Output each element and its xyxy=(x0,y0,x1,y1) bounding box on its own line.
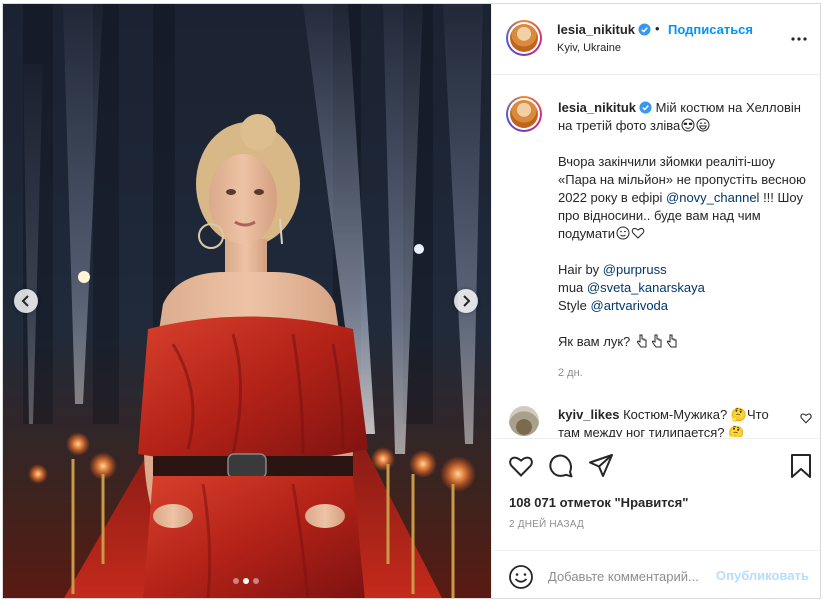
follow-button[interactable]: Подписаться xyxy=(668,22,753,37)
heart-emoji-icon xyxy=(631,227,645,239)
caption-timestamp[interactable]: 2 дн. xyxy=(558,367,583,379)
style-credit-label: Style xyxy=(558,298,591,313)
mention-novy-channel[interactable]: @novy_channel xyxy=(666,190,759,205)
share-icon[interactable] xyxy=(588,453,614,479)
chevron-right-icon xyxy=(463,295,471,307)
post-header: lesia_nikituk • Подписаться Kyiv, Ukrain… xyxy=(492,4,820,75)
post-side-panel: lesia_nikituk • Подписаться Kyiv, Ukrain… xyxy=(491,4,820,598)
more-options-icon[interactable] xyxy=(790,29,808,49)
commenter-avatar[interactable] xyxy=(509,406,539,436)
sunglasses-emoji-icon xyxy=(681,118,695,132)
comment-input[interactable] xyxy=(548,563,708,589)
publish-comment-button[interactable]: Опубликовать xyxy=(716,568,809,583)
add-comment-bar: Опубликовать xyxy=(492,550,820,598)
mention-artvarivoda[interactable]: @artvarivoda xyxy=(591,298,669,313)
author-avatar[interactable] xyxy=(506,20,542,56)
caption-area: lesia_nikituk Мій костюм на Хелловін на … xyxy=(492,75,820,437)
emoji-icon[interactable] xyxy=(508,564,534,590)
point-down-emoji-icon xyxy=(651,334,662,348)
caption-username[interactable]: lesia_nikituk xyxy=(558,100,636,115)
post-actions xyxy=(492,438,820,495)
mua-credit-label: mua xyxy=(558,280,587,295)
carousel-next-button[interactable] xyxy=(454,289,478,313)
carousel-dot-active xyxy=(243,578,249,584)
chevron-left-icon xyxy=(21,295,29,307)
comment-icon[interactable] xyxy=(548,453,574,479)
point-down-emoji-icon xyxy=(666,334,677,348)
photo-illustration xyxy=(3,4,491,598)
wink-emoji-icon xyxy=(616,226,630,240)
carousel-dot xyxy=(253,578,259,584)
mention-purpruss[interactable]: @purpruss xyxy=(603,262,667,277)
carousel-dot xyxy=(233,578,239,584)
grin-emoji-icon xyxy=(696,118,710,132)
bookmark-icon[interactable] xyxy=(788,453,814,479)
hair-credit-label: Hair by xyxy=(558,262,603,277)
verified-badge-icon xyxy=(638,23,651,36)
caption-author-avatar[interactable] xyxy=(506,96,542,132)
post-caption: lesia_nikituk Мій костюм на Хелловін на … xyxy=(558,99,808,369)
comment-like-heart-icon[interactable] xyxy=(800,412,812,424)
point-down-emoji-icon xyxy=(636,334,647,348)
heart-icon[interactable] xyxy=(508,453,534,479)
header-separator: • xyxy=(655,21,660,36)
post-date[interactable]: 2 ДНЕЙ НАЗАД xyxy=(509,519,584,530)
comment-item: kyiv_likes Костюм-Мужика? 🤔Что там между… xyxy=(492,406,820,437)
likes-count[interactable]: 108 071 отметок "Нравится" xyxy=(509,495,688,510)
post-photo[interactable] xyxy=(3,4,491,598)
caption-question: Як вам лук? xyxy=(558,334,634,349)
mention-sveta-kanarskaya[interactable]: @sveta_kanarskaya xyxy=(587,280,705,295)
verified-badge-icon xyxy=(639,101,652,114)
carousel-indicator xyxy=(233,578,259,584)
author-username[interactable]: lesia_nikituk xyxy=(557,22,635,37)
carousel-prev-button[interactable] xyxy=(14,289,38,313)
instagram-post-modal: lesia_nikituk • Подписаться Kyiv, Ukrain… xyxy=(2,3,821,599)
commenter-username[interactable]: kyiv_likes xyxy=(558,407,619,422)
post-location[interactable]: Kyiv, Ukraine xyxy=(557,42,621,54)
